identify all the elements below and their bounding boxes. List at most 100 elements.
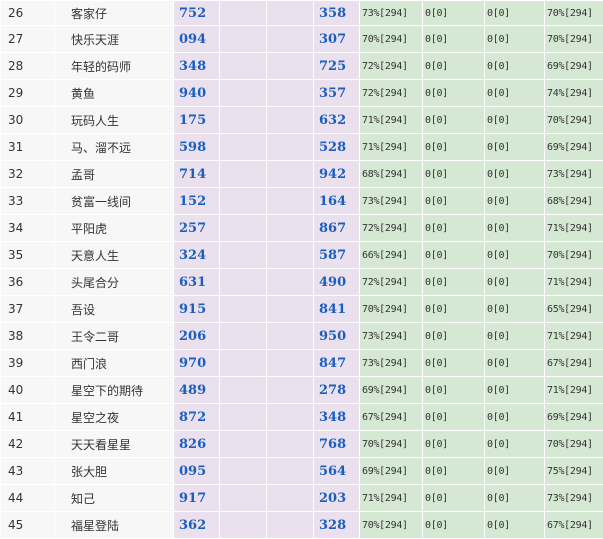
stat-cell-2: 0[0] [423,431,485,458]
rank-cell: 44 [1,485,55,512]
stat-cell-4: 65%[294] [545,296,603,323]
empty-cell-2 [267,296,314,323]
empty-cell-2 [267,377,314,404]
stat-cell-3: 0[0] [485,107,545,134]
stat-cell-2: 0[0] [423,188,485,215]
stat-cell-2: 0[0] [423,269,485,296]
stat-cell-3: 0[0] [485,188,545,215]
name-cell: 平阳虎 [55,215,174,242]
empty-cell-2 [267,404,314,431]
rank-cell: 40 [1,377,55,404]
number-cell-2: 348 [314,404,360,431]
stat-cell-2: 0[0] [423,485,485,512]
name-cell: 吾设 [55,296,174,323]
table-row: 43张大胆09556469%[294]0[0]0[0]75%[294] [1,458,603,485]
stat-cell-2: 0[0] [423,26,485,53]
number-cell-1: 094 [174,26,220,53]
empty-cell-2 [267,134,314,161]
empty-cell-2 [267,215,314,242]
ranking-table: 26客家仔75235873%[294]0[0]0[0]70%[294]27快乐天… [0,0,603,539]
rank-cell: 32 [1,161,55,188]
stat-cell-4: 73%[294] [545,485,603,512]
empty-cell-1 [220,215,267,242]
name-cell: 福星登陆 [55,512,174,539]
table-row: 35天意人生32458766%[294]0[0]0[0]70%[294] [1,242,603,269]
rank-cell: 33 [1,188,55,215]
stat-cell-2: 0[0] [423,458,485,485]
stat-cell-1: 66%[294] [360,242,423,269]
rank-cell: 31 [1,134,55,161]
number-cell-1: 489 [174,377,220,404]
name-cell: 张大胆 [55,458,174,485]
empty-cell-1 [220,323,267,350]
table-row: 28年轻的码师34872572%[294]0[0]0[0]69%[294] [1,53,603,80]
stat-cell-1: 70%[294] [360,26,423,53]
number-cell-2: 328 [314,512,360,539]
stat-cell-2: 0[0] [423,107,485,134]
number-cell-2: 768 [314,431,360,458]
number-cell-1: 152 [174,188,220,215]
stat-cell-3: 0[0] [485,296,545,323]
stat-cell-1: 73%[294] [360,323,423,350]
empty-cell-2 [267,53,314,80]
rank-cell: 45 [1,512,55,539]
empty-cell-2 [267,323,314,350]
empty-cell-1 [220,53,267,80]
number-cell-1: 917 [174,485,220,512]
name-cell: 孟哥 [55,161,174,188]
stat-cell-1: 70%[294] [360,296,423,323]
rank-cell: 26 [1,1,55,26]
rank-cell: 36 [1,269,55,296]
rank-cell: 27 [1,26,55,53]
stat-cell-2: 0[0] [423,377,485,404]
stat-cell-3: 0[0] [485,512,545,539]
stat-cell-3: 0[0] [485,323,545,350]
name-cell: 知己 [55,485,174,512]
empty-cell-2 [267,188,314,215]
number-cell-1: 324 [174,242,220,269]
stat-cell-4: 71%[294] [545,215,603,242]
name-cell: 马、溜不远 [55,134,174,161]
name-cell: 快乐天涯 [55,26,174,53]
stat-cell-2: 0[0] [423,323,485,350]
empty-cell-2 [267,80,314,107]
number-cell-2: 867 [314,215,360,242]
rank-cell: 42 [1,431,55,458]
rank-cell: 37 [1,296,55,323]
stat-cell-1: 72%[294] [360,215,423,242]
name-cell: 玩码人生 [55,107,174,134]
stat-cell-3: 0[0] [485,431,545,458]
rank-cell: 38 [1,323,55,350]
stat-cell-4: 71%[294] [545,377,603,404]
empty-cell-2 [267,350,314,377]
number-cell-1: 631 [174,269,220,296]
table-row: 33贫富一线间15216473%[294]0[0]0[0]68%[294] [1,188,603,215]
empty-cell-1 [220,134,267,161]
empty-cell-2 [267,512,314,539]
empty-cell-2 [267,485,314,512]
empty-cell-1 [220,404,267,431]
empty-cell-1 [220,26,267,53]
stat-cell-1: 71%[294] [360,107,423,134]
empty-cell-1 [220,269,267,296]
number-cell-1: 915 [174,296,220,323]
name-cell: 天天看星星 [55,431,174,458]
table-row: 29黄鱼94035772%[294]0[0]0[0]74%[294] [1,80,603,107]
table-row: 31马、溜不远59852871%[294]0[0]0[0]69%[294] [1,134,603,161]
stat-cell-3: 0[0] [485,26,545,53]
stat-cell-2: 0[0] [423,215,485,242]
empty-cell-2 [267,26,314,53]
number-cell-2: 203 [314,485,360,512]
stat-cell-1: 73%[294] [360,188,423,215]
number-cell-2: 278 [314,377,360,404]
stat-cell-4: 70%[294] [545,242,603,269]
stat-cell-4: 70%[294] [545,1,603,26]
stat-cell-2: 0[0] [423,404,485,431]
empty-cell-2 [267,458,314,485]
stat-cell-3: 0[0] [485,485,545,512]
stat-cell-3: 0[0] [485,1,545,26]
name-cell: 客家仔 [55,1,174,26]
stat-cell-2: 0[0] [423,1,485,26]
table-row: 37吾设91584170%[294]0[0]0[0]65%[294] [1,296,603,323]
rank-cell: 29 [1,80,55,107]
